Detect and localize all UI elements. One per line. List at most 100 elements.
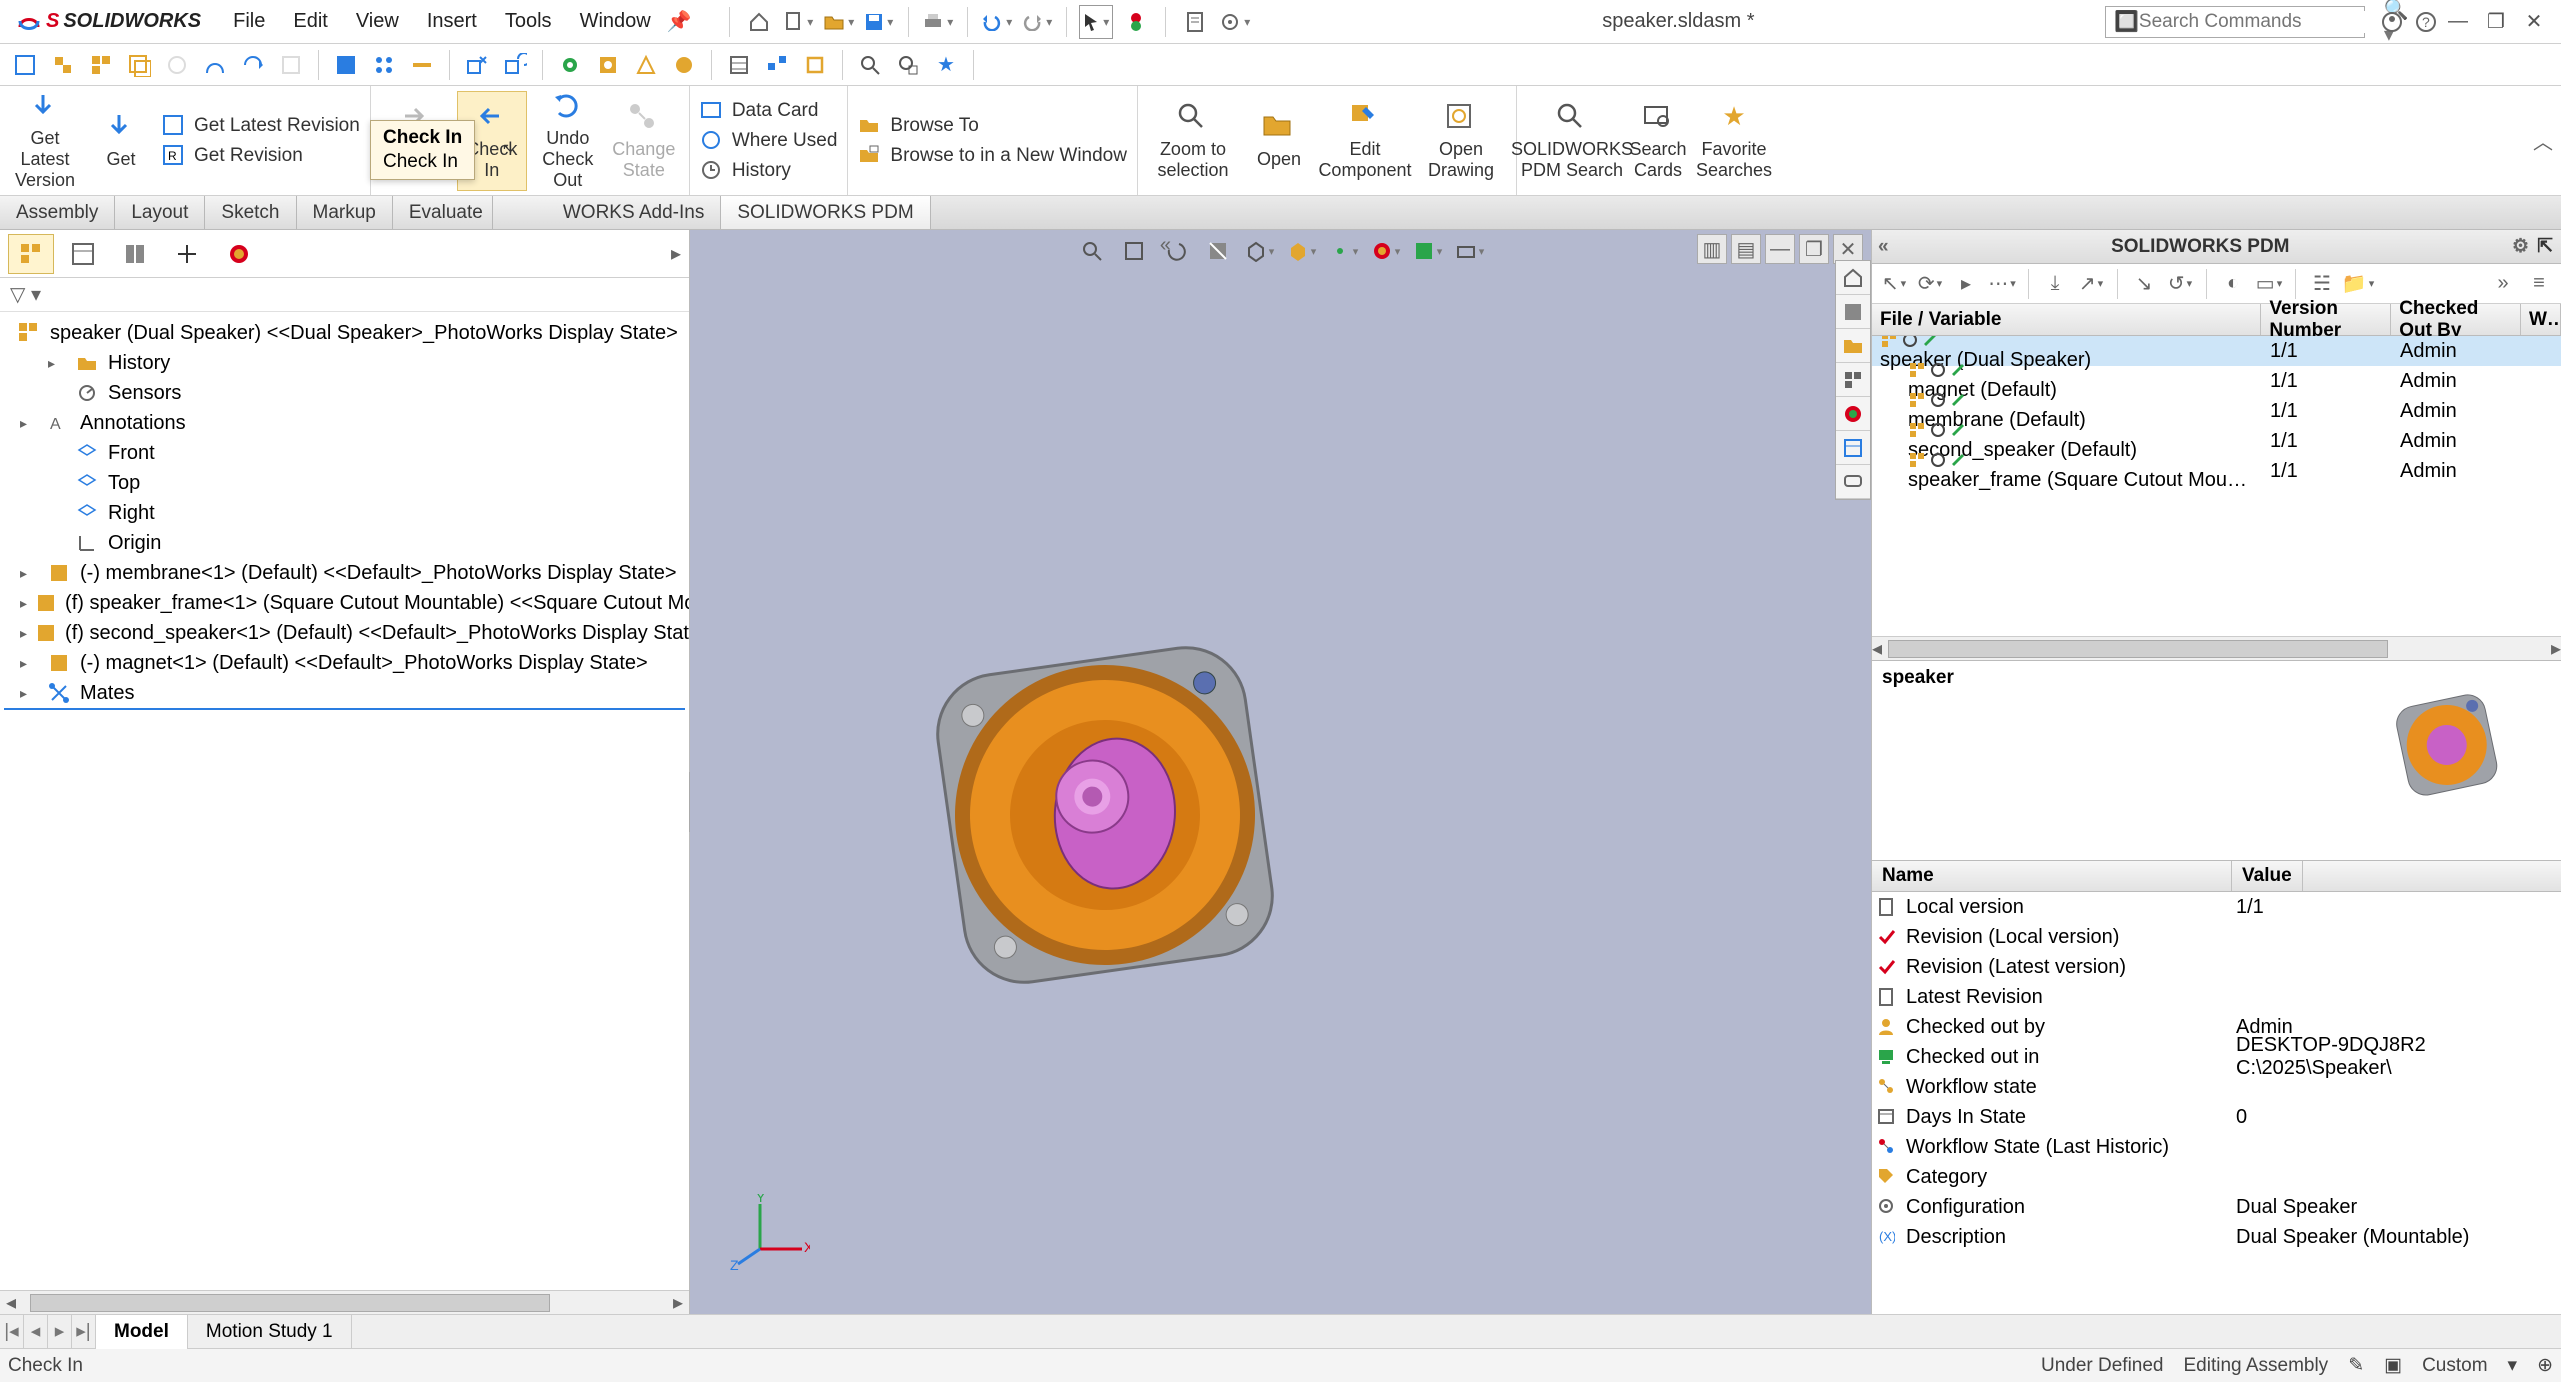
q-smart-fastener-icon[interactable] — [405, 48, 439, 82]
menu-window[interactable]: Window — [568, 6, 663, 37]
tree-top[interactable]: Top — [4, 468, 685, 498]
tab-sketch[interactable]: Sketch — [205, 196, 296, 229]
fm-tab-config-icon[interactable] — [112, 234, 158, 274]
get-revision-button[interactable]: RGet Revision — [162, 144, 360, 168]
pdm-tb-get-icon[interactable]: ⤓ — [2039, 268, 2071, 300]
command-search[interactable]: 🔲 🔍 ▾ — [2105, 6, 2365, 38]
tab-markup[interactable]: Markup — [297, 196, 393, 229]
pdm-prop-row[interactable]: Checked out inDESKTOP-9DQJ8R2 C:\2025\Sp… — [1872, 1042, 2561, 1072]
hu-display-style-icon[interactable] — [1285, 234, 1319, 268]
tab-addins[interactable]: WORKS Add-Ins — [493, 196, 722, 229]
status-badge-icon[interactable]: ▣ — [2384, 1354, 2402, 1377]
bt-first-icon[interactable]: |◂ — [0, 1315, 24, 1349]
user-icon[interactable] — [2375, 5, 2409, 39]
pdm-prop-row[interactable]: Local version1/1 — [1872, 892, 2561, 922]
zoom-to-selection-button[interactable]: Zoom to selection — [1148, 91, 1238, 191]
q-new-motion-icon[interactable] — [667, 48, 701, 82]
hu-zoom-area-icon[interactable] — [1117, 234, 1151, 268]
close-button[interactable]: ✕ — [2519, 7, 2549, 37]
graphics-viewport[interactable]: ▥ ▤ — ❐ ✕ « — [690, 230, 1871, 1314]
q-instant3d-icon[interactable] — [798, 48, 832, 82]
pdm-prop-row[interactable]: Latest Revision — [1872, 982, 2561, 1012]
home-icon[interactable] — [742, 5, 776, 39]
pdm-tb-browse-icon[interactable]: 📁 — [2342, 268, 2374, 300]
status-dropdown-icon[interactable]: ▾ — [2508, 1354, 2518, 1377]
fm-filter[interactable]: ▽ ▾ — [0, 278, 689, 312]
browse-to-button[interactable]: Browse To — [858, 114, 1127, 138]
rebuild-icon[interactable] — [1119, 5, 1153, 39]
redo-icon[interactable] — [1020, 5, 1054, 39]
fm-horizontal-scrollbar[interactable]: ◂▸ — [0, 1290, 689, 1314]
q-rotate-icon[interactable] — [498, 48, 532, 82]
hu-edit-appear-icon[interactable] — [1369, 234, 1403, 268]
hu-hide-show-icon[interactable] — [1327, 234, 1361, 268]
q-move-icon[interactable] — [460, 48, 494, 82]
bt-last-icon[interactable]: ▸| — [72, 1315, 96, 1349]
pdm-tb-play-icon[interactable]: ▸ — [1950, 268, 1982, 300]
q-pattern-icon[interactable] — [367, 48, 401, 82]
col-version[interactable]: Version Number — [2261, 304, 2391, 335]
tp-appearances-icon[interactable] — [1836, 397, 1870, 431]
vp-split-left-icon[interactable]: ▤ — [1731, 234, 1761, 264]
menu-tools[interactable]: Tools — [493, 6, 564, 37]
pdm-tb-opt-icon[interactable]: ⋯ — [1986, 268, 2018, 300]
col-file[interactable]: File / Variable — [1872, 304, 2261, 335]
menu-file[interactable]: File — [221, 6, 277, 37]
q-zoom-fit-icon[interactable] — [853, 48, 887, 82]
hu-section-icon[interactable] — [1201, 234, 1235, 268]
tree-front[interactable]: Front — [4, 438, 685, 468]
tp-design-lib-icon[interactable] — [1836, 295, 1870, 329]
where-used-button[interactable]: Where Used — [700, 129, 838, 153]
pdm-pin-icon[interactable]: ⇱ — [2537, 235, 2553, 258]
pdm-options-gear-icon[interactable]: ⚙ — [2512, 235, 2529, 258]
tree-annotations[interactable]: ▸AAnnotations — [4, 408, 685, 438]
pdm-horizontal-scrollbar[interactable]: ◂▸ — [1872, 636, 2561, 660]
q-insert-comp-icon[interactable] — [84, 48, 118, 82]
fm-tab-display-icon[interactable] — [216, 234, 262, 274]
bottom-tab-motion[interactable]: Motion Study 1 — [188, 1315, 352, 1349]
q-new-part-icon[interactable] — [46, 48, 80, 82]
get-latest-version-button[interactable]: Get Latest Version — [10, 91, 80, 191]
col-checked-out[interactable]: Checked Out By — [2391, 304, 2521, 335]
command-search-input[interactable] — [2139, 11, 2384, 33]
tree-right[interactable]: Right — [4, 498, 685, 528]
vp-minimize-icon[interactable]: — — [1765, 234, 1795, 264]
q-zoom-area-icon[interactable] — [891, 48, 925, 82]
print-icon[interactable] — [921, 5, 955, 39]
pdm-collapse-left-icon[interactable]: « — [1160, 234, 1171, 257]
q-ref-geom-icon[interactable] — [629, 48, 663, 82]
q-favorites-icon[interactable]: ★ — [929, 48, 963, 82]
menu-view[interactable]: View — [344, 6, 411, 37]
tree-mates[interactable]: ▸Mates — [4, 678, 685, 710]
pdm-prop-row[interactable]: Revision (Local version) — [1872, 922, 2561, 952]
pdm-search-button[interactable]: SOLIDWORKS PDM Search — [1527, 91, 1617, 191]
new-doc-icon[interactable] — [782, 5, 816, 39]
status-custom[interactable]: Custom — [2422, 1355, 2487, 1377]
fm-expand-icon[interactable]: ▸ — [671, 241, 681, 266]
view-triad[interactable]: Y X Z — [730, 1194, 810, 1274]
q-bom-icon[interactable] — [722, 48, 756, 82]
hu-apply-scene-icon[interactable] — [1411, 234, 1445, 268]
restore-button[interactable]: ❐ — [2481, 7, 2511, 37]
tp-resources-icon[interactable] — [1836, 261, 1870, 295]
undo-check-out-button[interactable]: Undo Check Out — [533, 91, 603, 191]
pdm-prop-row[interactable]: Category — [1872, 1162, 2561, 1192]
fm-tab-tree-icon[interactable] — [8, 234, 54, 274]
tree-root[interactable]: speaker (Dual Speaker) <<Dual Speaker>_P… — [4, 318, 685, 348]
tp-file-explorer-icon[interactable] — [1836, 329, 1870, 363]
fm-tab-property-icon[interactable] — [60, 234, 106, 274]
undo-icon[interactable] — [980, 5, 1014, 39]
hu-view-orient-icon[interactable] — [1243, 234, 1277, 268]
tree-speaker-frame[interactable]: ▸(f) speaker_frame<1> (Square Cutout Mou… — [4, 588, 685, 618]
q-show-hidden-icon[interactable] — [553, 48, 587, 82]
pdm-tb-refresh-icon[interactable]: ⟳ — [1914, 268, 1946, 300]
pdm-tb-checkin-icon[interactable]: ↘ — [2128, 268, 2160, 300]
favorite-searches-button[interactable]: ★Favorite Searches — [1699, 91, 1769, 191]
pdm-prop-row[interactable]: Revision (Latest version) — [1872, 952, 2561, 982]
browse-new-window-button[interactable]: Browse to in a New Window — [858, 144, 1127, 168]
pcol-value[interactable]: Value — [2232, 861, 2303, 891]
pdm-tb-undo-icon[interactable]: ↺ — [2164, 268, 2196, 300]
tree-sensors[interactable]: Sensors — [4, 378, 685, 408]
q-hide-show-icon[interactable] — [198, 48, 232, 82]
pdm-prop-row[interactable]: ConfigurationDual Speaker — [1872, 1192, 2561, 1222]
